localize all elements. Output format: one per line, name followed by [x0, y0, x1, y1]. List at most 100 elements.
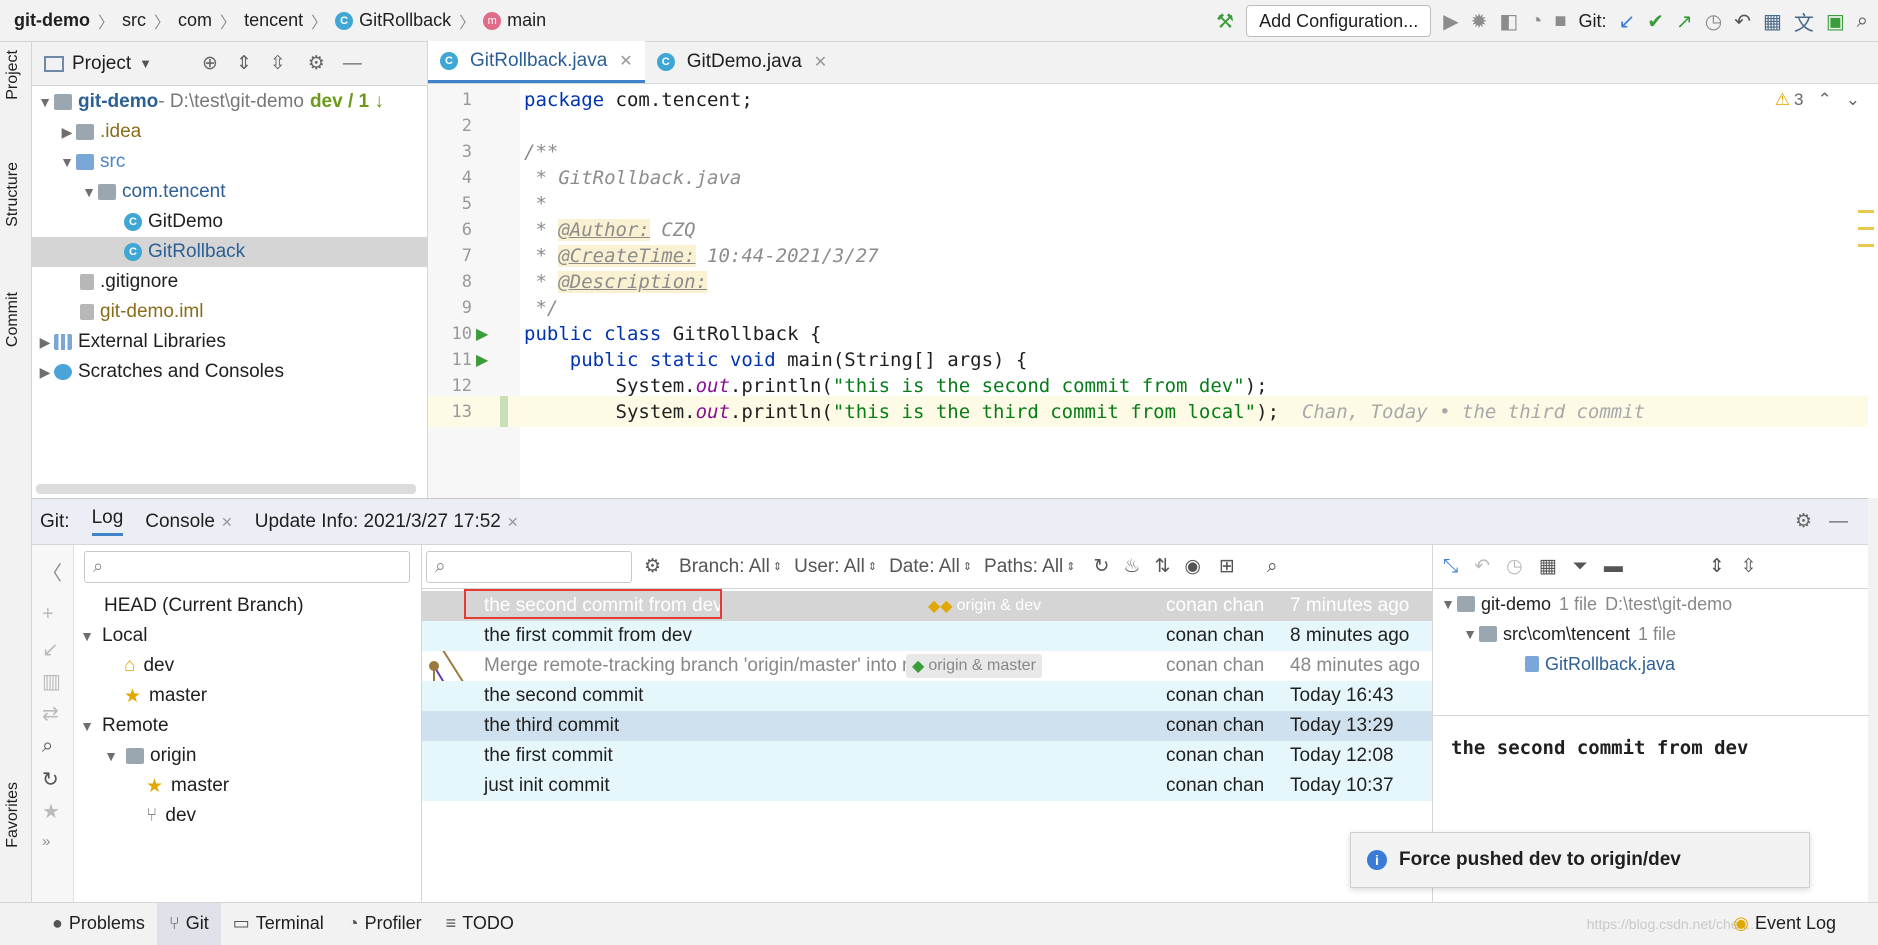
tree-item-src[interactable]: ▼ src: [32, 147, 428, 177]
branch-remote-master[interactable]: ★ master: [74, 771, 422, 801]
sort-icon[interactable]: ⇅: [1154, 555, 1170, 578]
run-icon[interactable]: ▶: [1443, 9, 1458, 34]
build-hammer-icon[interactable]: ⚒: [1216, 9, 1234, 34]
log-search-input[interactable]: ⌕: [426, 550, 632, 583]
rollback-icon[interactable]: ↶: [1734, 9, 1751, 34]
filter-icon[interactable]: ⏷: [1573, 556, 1588, 578]
run-gutter-icon[interactable]: ▶: [476, 324, 488, 344]
tool-problems[interactable]: ● Problems: [40, 903, 157, 945]
add-icon[interactable]: +: [42, 603, 54, 626]
close-icon[interactable]: ✕: [814, 52, 827, 72]
commit-row[interactable]: just init commit conan chan Today 10:37: [422, 771, 1432, 801]
revert-icon[interactable]: ↶: [1474, 555, 1490, 578]
push-icon[interactable]: ↗: [1676, 9, 1693, 34]
tool-git[interactable]: ⑂ Git: [156, 902, 221, 945]
compare-icon[interactable]: ⇄: [42, 701, 59, 726]
tree-item-iml[interactable]: git-demo.iml: [32, 297, 428, 327]
chevron-down-icon[interactable]: ▼: [1439, 596, 1457, 612]
chevron-down-icon[interactable]: ▼: [58, 154, 76, 170]
chevron-down-icon[interactable]: ▼: [78, 628, 96, 644]
chevron-down-icon[interactable]: ▼: [78, 718, 96, 734]
chevron-down-icon[interactable]: ▼: [139, 56, 152, 71]
breadcrumb-com[interactable]: com: [178, 10, 212, 31]
tree-item-scratches[interactable]: ▶ Scratches and Consoles: [32, 357, 428, 387]
refresh-icon[interactable]: ↻: [1093, 555, 1109, 578]
branch-local-master[interactable]: ★ master: [74, 681, 422, 711]
horizontal-scrollbar[interactable]: [36, 484, 416, 494]
diff-arrows-icon[interactable]: ⤡: [1443, 556, 1458, 578]
branch-group-local[interactable]: ▼ Local: [74, 621, 422, 651]
profile-icon[interactable]: ◔: [1530, 10, 1542, 33]
search-everywhere-icon[interactable]: ⌕: [1857, 10, 1868, 33]
stop-icon[interactable]: ■: [1554, 10, 1566, 33]
refresh-icon[interactable]: ↻: [42, 767, 59, 792]
tab-console[interactable]: Console ✕: [145, 511, 232, 533]
history-clock-icon[interactable]: ◷: [1506, 555, 1523, 578]
gear-icon[interactable]: ⚙: [1795, 510, 1812, 533]
collapse-all-icon[interactable]: ⇳: [270, 52, 286, 75]
tool-tab-structure[interactable]: Structure: [4, 162, 22, 227]
code-editor[interactable]: ⚠ 3 ⌃ ⌄ 1 package com.tencent; 2 3 /** 4…: [428, 84, 1878, 498]
gear-icon[interactable]: ⚙: [644, 555, 661, 578]
tree-item-git-demo[interactable]: ▼ git-demo - D:\test\git-demo dev / 1 ↓: [32, 87, 428, 117]
update-project-icon[interactable]: ↙: [1618, 9, 1635, 34]
group-by-icon[interactable]: ▦: [1539, 555, 1557, 578]
close-icon[interactable]: ✕: [221, 514, 233, 530]
breadcrumb-tencent[interactable]: tencent: [244, 10, 303, 31]
branch-remote-dev[interactable]: ⑂ dev: [74, 801, 422, 831]
debug-icon[interactable]: ✹: [1471, 9, 1488, 34]
tab-log[interactable]: Log: [91, 507, 124, 536]
translate-icon[interactable]: 文: [1794, 7, 1814, 36]
commit-row[interactable]: the second commit conan chan Today 16:43: [422, 681, 1432, 711]
checkout-icon[interactable]: ↙: [42, 637, 59, 662]
commit-row[interactable]: Merge remote-tracking branch 'origin/mas…: [422, 651, 1432, 681]
chevron-down-icon[interactable]: ▼: [1461, 626, 1479, 642]
chevron-right-icon[interactable]: ▶: [36, 364, 54, 381]
chevron-down-icon[interactable]: ▼: [80, 184, 98, 200]
commit-row[interactable]: the second commit from dev ◆◆ origin & de…: [422, 589, 1432, 621]
changed-root[interactable]: ▼ git-demo 1 file D:\test\git-demo: [1433, 589, 1868, 619]
tool-event-log[interactable]: ◉ Event Log: [1721, 903, 1848, 945]
favorite-icon[interactable]: ★: [42, 799, 60, 824]
add-configuration-button[interactable]: Add Configuration...: [1246, 5, 1432, 37]
tree-item-gitrollback[interactable]: C GitRollback: [32, 237, 428, 267]
breadcrumb-project[interactable]: git-demo: [14, 10, 90, 31]
commit-row[interactable]: the third commit conan chan Today 13:29: [422, 711, 1432, 741]
breadcrumb-src[interactable]: src: [122, 10, 146, 31]
notification-balloon[interactable]: i Force pushed dev to origin/dev: [1350, 832, 1810, 888]
tool-todo[interactable]: ≡ TODO: [434, 903, 526, 945]
tab-update-info[interactable]: Update Info: 2021/3/27 17:52 ✕: [255, 511, 519, 533]
filter-branch[interactable]: Branch: All: [679, 556, 770, 578]
changed-file[interactable]: GitRollback.java: [1433, 649, 1868, 679]
tool-profiler[interactable]: ◔ Profiler: [336, 903, 434, 945]
gear-icon[interactable]: ⚙: [308, 52, 325, 75]
tree-item-external-libraries[interactable]: ▶ External Libraries: [32, 327, 428, 357]
presentation-icon[interactable]: ▣: [1826, 9, 1845, 34]
commit-row[interactable]: the first commit conan chan Today 12:08: [422, 741, 1432, 771]
tab-gitrollback-java[interactable]: C GitRollback.java ✕: [428, 41, 645, 83]
delete-icon[interactable]: ▥: [42, 669, 61, 694]
tab-gitdemo-java[interactable]: C GitDemo.java ✕: [645, 41, 840, 83]
collapse-panel-icon[interactable]: 〈: [42, 557, 62, 586]
eye-icon[interactable]: ◉: [1184, 555, 1201, 578]
chevron-right-icon[interactable]: ▶: [36, 334, 54, 351]
breadcrumb-class[interactable]: GitRollback: [359, 10, 451, 31]
commit-row[interactable]: the first commit from dev conan chan 8 m…: [422, 621, 1432, 651]
chevron-down-icon[interactable]: ▼: [102, 748, 120, 764]
branch-search-input[interactable]: ⌕: [84, 551, 410, 583]
run-gutter-icon[interactable]: ▶: [476, 350, 488, 370]
tree-item-gitdemo[interactable]: C GitDemo: [32, 207, 428, 237]
close-icon[interactable]: ✕: [619, 51, 632, 71]
locate-icon[interactable]: ⊕: [202, 52, 218, 75]
tree-item-gitignore[interactable]: .gitignore: [32, 267, 428, 297]
new-tab-icon[interactable]: ⊞: [1219, 555, 1235, 578]
tree-item-package[interactable]: ▼ com.tencent: [32, 177, 428, 207]
expand-all-icon[interactable]: ⇕: [236, 52, 252, 75]
project-view-selector[interactable]: Project: [72, 53, 131, 75]
filter-user[interactable]: User: All: [794, 556, 865, 578]
close-icon[interactable]: ✕: [507, 514, 519, 530]
tool-tab-commit[interactable]: Commit: [4, 292, 22, 347]
cherry-pick-icon[interactable]: ♨: [1123, 555, 1140, 578]
search-icon[interactable]: ⌕: [42, 735, 53, 758]
change-marker[interactable]: [500, 396, 508, 427]
